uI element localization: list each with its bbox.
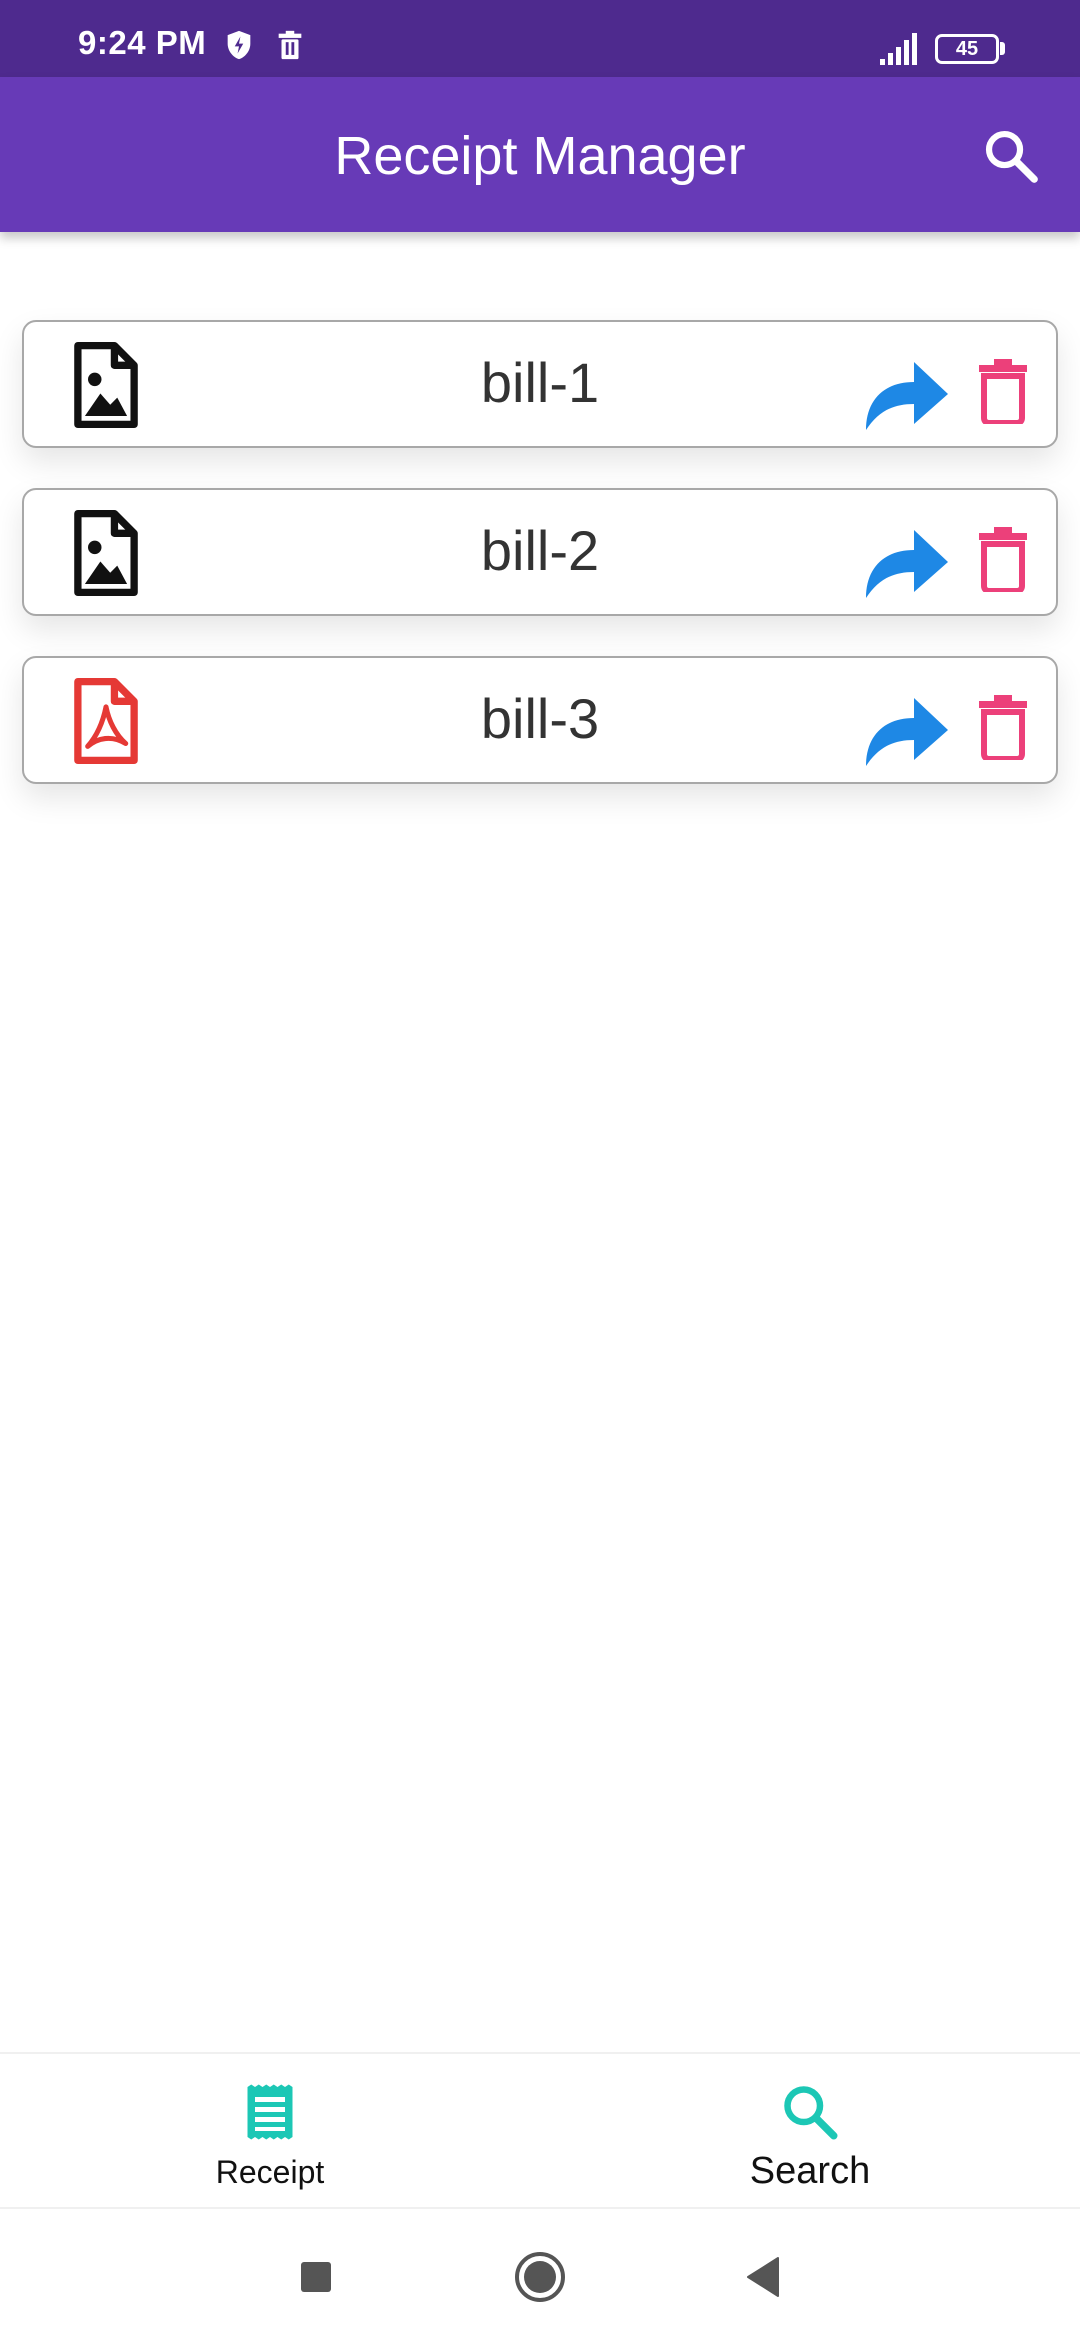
share-icon[interactable]: [862, 524, 950, 600]
receipt-icon: [247, 2084, 293, 2140]
trash-icon[interactable]: [978, 358, 1028, 424]
bottom-nav: Receipt Search: [0, 2052, 1080, 2209]
receipt-card[interactable]: bill-2: [22, 488, 1058, 616]
shield-bolt-icon: [227, 30, 251, 60]
back-button[interactable]: [736, 2249, 792, 2305]
receipt-card[interactable]: bill-1: [22, 320, 1058, 448]
recents-button[interactable]: [288, 2249, 344, 2305]
nav-label-search: Search: [749, 2150, 871, 2192]
app-title: Receipt Manager: [334, 126, 746, 186]
screen: 9:24 PM 45 Receipt Manager bill-1 bill-2…: [0, 0, 1080, 2340]
nav-item-search[interactable]: Search: [540, 2054, 1080, 2211]
search-icon[interactable]: [980, 125, 1042, 187]
status-time: 9:24 PM: [78, 24, 207, 61]
receipt-list: bill-1 bill-2 bill-3: [22, 320, 1058, 824]
receipt-card[interactable]: bill-3: [22, 656, 1058, 784]
nav-label-receipt: Receipt: [215, 2154, 325, 2190]
trash-notification-icon: [278, 30, 302, 60]
trash-icon[interactable]: [978, 694, 1028, 760]
search-icon: [784, 2086, 838, 2140]
share-icon[interactable]: [862, 356, 950, 432]
status-bar: 9:24 PM 45: [0, 0, 1080, 77]
signal-icon: [880, 33, 917, 65]
trash-icon[interactable]: [978, 526, 1028, 592]
system-nav-bar: [0, 2211, 1080, 2340]
nav-item-receipt[interactable]: Receipt: [0, 2054, 540, 2211]
battery-icon: 45: [935, 34, 999, 64]
share-icon[interactable]: [862, 692, 950, 768]
home-button[interactable]: [512, 2249, 568, 2305]
battery-tip: [1000, 42, 1005, 55]
app-bar: Receipt Manager: [0, 77, 1080, 232]
battery-level: 45: [955, 38, 979, 60]
